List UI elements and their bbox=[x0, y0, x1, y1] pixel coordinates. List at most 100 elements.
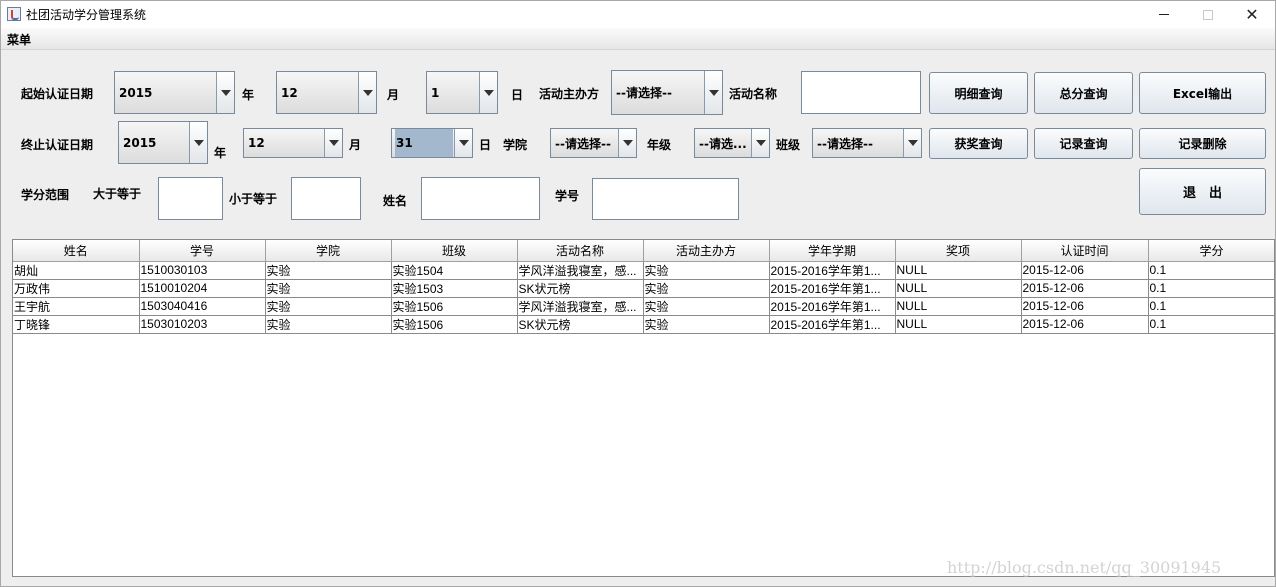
column-header[interactable]: 学年学期 bbox=[769, 240, 896, 262]
table-cell: 万政伟 bbox=[13, 279, 140, 298]
chevron-down-icon bbox=[704, 71, 722, 114]
start-month-select[interactable]: 12 bbox=[276, 71, 377, 114]
minimize-icon bbox=[1159, 14, 1169, 15]
table-cell: 实验 bbox=[265, 279, 392, 298]
end-month-select[interactable]: 12 bbox=[243, 128, 343, 158]
minimize-button[interactable] bbox=[1141, 1, 1187, 28]
table-cell: NULL bbox=[895, 315, 1022, 334]
chevron-down-icon bbox=[324, 129, 342, 157]
java-app-icon bbox=[7, 7, 21, 21]
column-header[interactable]: 学分 bbox=[1148, 240, 1274, 262]
activity-name-input[interactable] bbox=[801, 71, 921, 114]
table-cell: 实验1506 bbox=[391, 297, 518, 316]
column-header[interactable]: 学院 bbox=[265, 240, 392, 262]
table-cell: 胡灿 bbox=[13, 261, 140, 280]
name-input[interactable] bbox=[421, 177, 540, 220]
table-cell: 1510030103 bbox=[139, 261, 266, 280]
table-cell: 丁晓锋 bbox=[13, 315, 140, 334]
table-row[interactable]: 万政伟 1510010204 实验 实验1503 SK状元榜 实验 2015-2… bbox=[13, 279, 1274, 298]
table-cell: 实验 bbox=[265, 261, 392, 280]
end-year-select[interactable]: 2015 bbox=[118, 121, 208, 164]
title-bar: 社团活动学分管理系统 ✕ bbox=[1, 1, 1275, 28]
watermark-text: http://blog.csdn.net/qq_30091945 bbox=[947, 558, 1222, 577]
table-cell: 实验 bbox=[643, 261, 770, 280]
host-label: 活动主办方 bbox=[539, 87, 600, 101]
column-header[interactable]: 奖项 bbox=[895, 240, 1022, 262]
college-value: --请选择-- bbox=[555, 136, 611, 151]
end-year-value: 2015 bbox=[123, 135, 157, 150]
maximize-button[interactable] bbox=[1185, 1, 1231, 28]
host-select[interactable]: --请选择-- bbox=[611, 70, 723, 115]
gte-label: 大于等于 bbox=[93, 187, 142, 201]
table-row[interactable]: 丁晓锋 1503010203 实验 实验1506 SK状元榜 实验 2015-2… bbox=[13, 315, 1274, 334]
table-cell: 1503040416 bbox=[139, 297, 266, 316]
table-row[interactable]: 胡灿 1510030103 实验 实验1504 学风洋溢我寝室，感... 实验 … bbox=[13, 261, 1274, 280]
app-window: 社团活动学分管理系统 ✕ 菜单 起始认证日期 2015 年 12 月 1 日 活… bbox=[0, 0, 1276, 587]
end-year-unit: 年 bbox=[214, 146, 227, 160]
column-header[interactable]: 学号 bbox=[139, 240, 266, 262]
student-id-input[interactable] bbox=[592, 178, 739, 220]
detail-query-button[interactable]: 明细查询 bbox=[929, 72, 1028, 114]
table-cell: 实验 bbox=[265, 315, 392, 334]
table-row[interactable]: 王宇航 1503040416 实验 实验1506 学风洋溢我寝室，感... 实验… bbox=[13, 297, 1274, 316]
close-button[interactable]: ✕ bbox=[1229, 1, 1275, 28]
table-cell: 实验1504 bbox=[391, 261, 518, 280]
college-label: 学院 bbox=[503, 138, 528, 152]
table-cell: 2015-2016学年第1... bbox=[769, 279, 896, 298]
table-cell: 0.1 bbox=[1148, 315, 1274, 334]
column-header[interactable]: 姓名 bbox=[13, 240, 140, 262]
start-year-select[interactable]: 2015 bbox=[114, 71, 235, 114]
credit-max-input[interactable] bbox=[291, 177, 361, 220]
table-cell: SK状元榜 bbox=[517, 279, 644, 298]
college-select[interactable]: --请选择-- bbox=[550, 128, 637, 158]
table-cell: 2015-12-06 bbox=[1021, 297, 1149, 316]
table-cell: SK状元榜 bbox=[517, 315, 644, 334]
results-table-scroll[interactable]: 姓名 学号 学院 班级 活动名称 活动主办方 学年学期 奖项 认证时间 学分 胡… bbox=[12, 239, 1275, 577]
table-cell: NULL bbox=[895, 261, 1022, 280]
total-query-button[interactable]: 总分查询 bbox=[1034, 72, 1133, 114]
grade-label: 年级 bbox=[647, 138, 672, 152]
table-cell: 2015-12-06 bbox=[1021, 315, 1149, 334]
table-cell: 1503010203 bbox=[139, 315, 266, 334]
table-cell: 2015-2016学年第1... bbox=[769, 297, 896, 316]
credit-min-input[interactable] bbox=[158, 177, 223, 220]
column-header[interactable]: 认证时间 bbox=[1021, 240, 1149, 262]
chevron-down-icon bbox=[479, 72, 497, 113]
grade-value: --请选... bbox=[699, 136, 747, 151]
column-header[interactable]: 班级 bbox=[391, 240, 518, 262]
start-day-select[interactable]: 1 bbox=[426, 71, 498, 114]
activity-name-label: 活动名称 bbox=[729, 87, 778, 101]
start-day-unit: 日 bbox=[511, 88, 524, 102]
grade-select[interactable]: --请选... bbox=[694, 128, 770, 158]
class-label: 班级 bbox=[776, 138, 801, 152]
column-header[interactable]: 活动名称 bbox=[517, 240, 644, 262]
name-label: 姓名 bbox=[383, 194, 408, 208]
column-header[interactable]: 活动主办方 bbox=[643, 240, 770, 262]
host-value: --请选择-- bbox=[616, 86, 672, 100]
table-cell: 2015-12-06 bbox=[1021, 261, 1149, 280]
end-day-unit: 日 bbox=[479, 138, 492, 152]
table-cell: 0.1 bbox=[1148, 261, 1274, 280]
class-select[interactable]: --请选择-- bbox=[812, 128, 922, 158]
chevron-down-icon bbox=[618, 129, 636, 157]
table-cell: 学风洋溢我寝室，感... bbox=[517, 297, 644, 316]
start-year-value: 2015 bbox=[119, 85, 153, 100]
student-id-label: 学号 bbox=[555, 189, 580, 203]
record-query-button[interactable]: 记录查询 bbox=[1034, 128, 1133, 159]
exit-button[interactable]: 退 出 bbox=[1139, 168, 1266, 215]
start-year-unit: 年 bbox=[242, 88, 255, 102]
end-date-label: 终止认证日期 bbox=[21, 138, 94, 152]
award-query-button[interactable]: 获奖查询 bbox=[929, 128, 1028, 159]
chevron-down-icon bbox=[454, 129, 472, 157]
start-day-value: 1 bbox=[431, 85, 440, 100]
excel-export-button[interactable]: Excel输出 bbox=[1139, 72, 1266, 114]
record-delete-button[interactable]: 记录删除 bbox=[1139, 128, 1266, 159]
table-cell: 实验 bbox=[643, 315, 770, 334]
chevron-down-icon bbox=[358, 72, 376, 113]
end-day-select[interactable]: 31 bbox=[391, 128, 473, 158]
start-date-label: 起始认证日期 bbox=[21, 87, 94, 101]
menu-main[interactable]: 菜单 bbox=[7, 31, 31, 48]
end-month-value: 12 bbox=[248, 136, 265, 150]
table-cell: 实验1506 bbox=[391, 315, 518, 334]
close-icon: ✕ bbox=[1245, 4, 1259, 24]
